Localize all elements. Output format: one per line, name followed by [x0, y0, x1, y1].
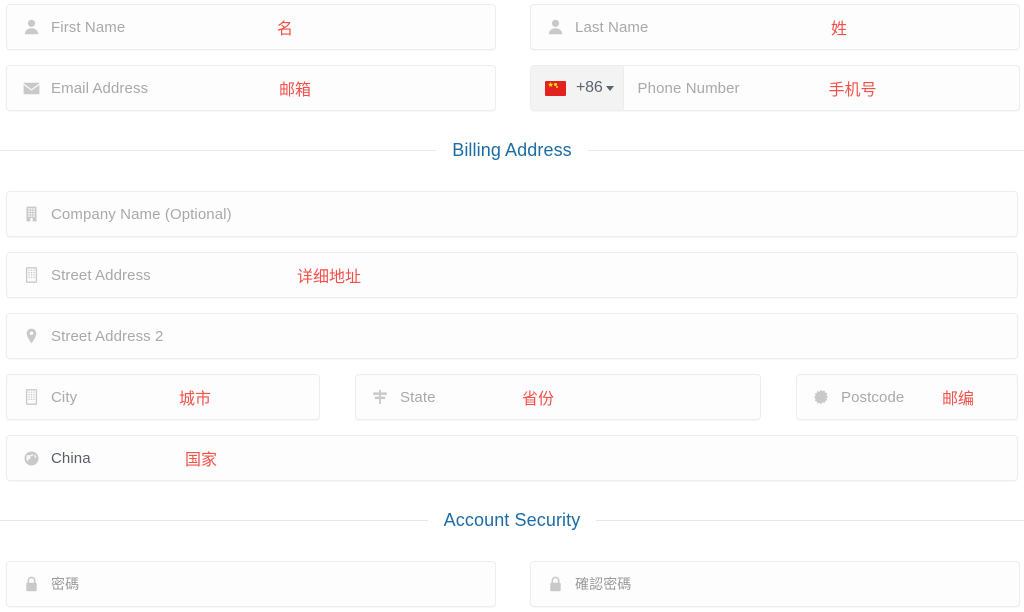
signpost-icon [370, 387, 390, 407]
divider-line-right [596, 520, 1024, 521]
phone-field[interactable]: ★ +86 Phone Number 手机号 [530, 65, 1020, 111]
name-row: First Name 名 Last Name 姓 [0, 0, 1024, 50]
confirm-password-placeholder: 確認密碼 [575, 576, 632, 592]
map-pin-icon [21, 326, 41, 346]
street-address-2-field[interactable]: Street Address 2 [6, 313, 1018, 359]
city-annotation: 城市 [179, 389, 212, 408]
china-flag-icon: ★ [545, 80, 566, 96]
postcode-annotation: 邮编 [942, 389, 975, 408]
street-address-row: Street Address 详细地址 [0, 237, 1024, 298]
divider-line-right [587, 150, 1024, 151]
building-icon [21, 387, 41, 407]
city-state-postcode-row: City 城市 State 省份 Postcode 邮编 [0, 359, 1024, 420]
confirm-password-field[interactable]: 確認密碼 [530, 561, 1020, 607]
billing-address-title: Billing Address [452, 140, 572, 160]
state-field[interactable]: State 省份 [355, 374, 761, 420]
city-field[interactable]: City 城市 [6, 374, 320, 420]
postcode-placeholder: Postcode [841, 388, 905, 406]
city-placeholder: City [51, 388, 78, 406]
phone-placeholder: Phone Number [637, 79, 740, 97]
password-row: 密碼 確認密碼 [0, 531, 1024, 607]
email-field[interactable]: Email Address 邮箱 [6, 65, 496, 111]
country-value: China [51, 449, 91, 467]
lock-icon [21, 574, 41, 594]
lock-icon [545, 574, 565, 594]
street-address-field[interactable]: Street Address 详细地址 [6, 252, 1018, 298]
user-icon [545, 17, 565, 37]
last-name-field[interactable]: Last Name 姓 [530, 4, 1020, 50]
phone-dial-code: +86 [576, 79, 603, 96]
first-name-annotation: 名 [277, 19, 294, 38]
company-name-field[interactable]: Company Name (Optional) [6, 191, 1018, 237]
street-address-2-row: Street Address 2 [0, 298, 1024, 359]
phone-annotation: 手机号 [828, 80, 877, 99]
stamp-icon [811, 387, 831, 407]
globe-icon [21, 448, 41, 468]
billing-address-section-header: Billing Address [0, 140, 1024, 161]
user-icon [21, 17, 41, 37]
password-field[interactable]: 密碼 [6, 561, 496, 607]
country-row: China 国家 [0, 420, 1024, 481]
phone-country-selector[interactable]: ★ +86 [531, 66, 624, 110]
account-security-title: Account Security [443, 510, 581, 530]
password-placeholder: 密碼 [51, 576, 80, 592]
street-address-placeholder: Street Address [51, 266, 151, 284]
street-address-2-placeholder: Street Address 2 [51, 327, 164, 345]
account-security-section-header: Account Security [0, 510, 1024, 531]
first-name-field[interactable]: First Name 名 [6, 4, 496, 50]
chevron-down-icon[interactable] [605, 85, 614, 91]
divider-line-left [0, 150, 437, 151]
company-name-placeholder: Company Name (Optional) [51, 205, 232, 223]
building-icon [21, 204, 41, 224]
divider-line-left [0, 520, 428, 521]
country-field[interactable]: China 国家 [6, 435, 1018, 481]
registration-form: First Name 名 Last Name 姓 Email Address 邮… [0, 0, 1024, 607]
country-annotation: 国家 [185, 450, 218, 469]
flag-star-small-2 [556, 86, 559, 89]
state-placeholder: State [400, 388, 436, 406]
envelope-icon [21, 78, 41, 98]
building-icon [21, 265, 41, 285]
phone-number-input[interactable]: Phone Number 手机号 [624, 66, 1019, 110]
state-annotation: 省份 [522, 389, 555, 408]
postcode-field[interactable]: Postcode 邮编 [796, 374, 1018, 420]
first-name-placeholder: First Name [51, 18, 126, 36]
last-name-annotation: 姓 [831, 19, 848, 38]
company-row: Company Name (Optional) [0, 161, 1024, 237]
contact-row: Email Address 邮箱 ★ +86 Phone Number 手机号 [0, 50, 1024, 111]
flag-star-large: ★ [547, 82, 554, 89]
last-name-placeholder: Last Name [575, 18, 649, 36]
email-placeholder: Email Address [51, 79, 149, 97]
email-annotation: 邮箱 [279, 80, 312, 99]
street-address-annotation: 详细地址 [297, 267, 362, 286]
